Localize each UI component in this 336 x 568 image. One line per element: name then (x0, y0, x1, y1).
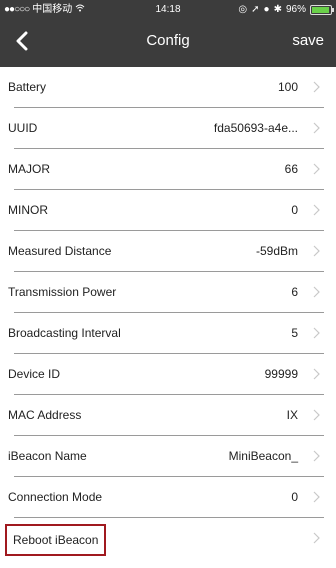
row-label: Measured Distance (8, 244, 112, 258)
row-measured-distance[interactable]: Measured Distance -59dBm (0, 231, 336, 272)
row-value: 0 (291, 490, 298, 504)
config-list: Battery 100 UUID fda50693-a4e... MAJOR 6… (0, 67, 336, 568)
row-reboot-ibeacon[interactable]: Reboot iBeacon (0, 518, 336, 562)
row-uuid[interactable]: UUID fda50693-a4e... (0, 108, 336, 149)
battery-percent: 96% (285, 4, 306, 15)
row-value: 6 (291, 285, 298, 299)
row-label: Broadcasting Interval (8, 326, 121, 340)
chevron-right-icon (312, 163, 320, 175)
row-value: 0 (291, 203, 298, 217)
row-value: 5 (291, 326, 298, 340)
config-screen: ●●○○○ 中国移动 14:18 ◎ ➚ ● ✱ 96% Config save… (0, 0, 336, 568)
chevron-right-icon (312, 409, 320, 421)
chevron-right-icon (312, 450, 320, 462)
row-battery[interactable]: Battery 100 (0, 67, 336, 108)
row-label: Transmission Power (8, 285, 117, 299)
chevron-right-icon (312, 286, 320, 298)
row-label: Connection Mode (8, 490, 103, 504)
chevron-right-icon (312, 122, 320, 134)
chevron-right-icon (312, 327, 320, 339)
status-right: ◎ ➚ ● ✱ 96% (238, 0, 334, 20)
row-broadcasting-interval[interactable]: Broadcasting Interval 5 (0, 313, 336, 354)
row-ibeacon-name[interactable]: iBeacon Name MiniBeacon_ (0, 436, 336, 477)
chevron-right-icon (312, 204, 320, 216)
row-minor[interactable]: MINOR 0 (0, 190, 336, 231)
save-button[interactable]: save (292, 20, 324, 67)
top-bar: ●●○○○ 中国移动 14:18 ◎ ➚ ● ✱ 96% Config save (0, 0, 336, 67)
row-connection-mode[interactable]: Connection Mode 0 (0, 477, 336, 518)
chevron-right-icon (312, 532, 320, 544)
row-device-id[interactable]: Device ID 99999 (0, 354, 336, 395)
navigation-bar: Config save (0, 20, 336, 67)
row-major[interactable]: MAJOR 66 (0, 149, 336, 190)
alarm-icon: ◎ (238, 4, 248, 15)
row-label: MAC Address (8, 408, 82, 422)
location-icon: ➚ (251, 4, 260, 15)
row-transmission-power[interactable]: Transmission Power 6 (0, 272, 336, 313)
row-label: Battery (8, 80, 47, 94)
chevron-right-icon (312, 245, 320, 257)
status-bar: ●●○○○ 中国移动 14:18 ◎ ➚ ● ✱ 96% (0, 0, 336, 20)
row-value: fda50693-a4e... (213, 121, 298, 135)
row-value: 66 (284, 162, 298, 176)
chevron-right-icon (312, 491, 320, 503)
page-title: Config (146, 32, 190, 49)
bluetooth-icon: ✱ (273, 4, 282, 15)
row-value: 100 (277, 80, 298, 94)
row-label: MAJOR (8, 162, 50, 176)
reboot-ibeacon-label: Reboot iBeacon (5, 524, 107, 556)
row-value: -59dBm (255, 244, 298, 258)
chevron-left-icon (16, 31, 28, 51)
back-button[interactable] (8, 26, 36, 56)
chevron-right-icon (312, 368, 320, 380)
lock-icon: ● (263, 4, 270, 15)
row-label: MINOR (8, 203, 48, 217)
row-value: MiniBeacon_ (228, 449, 298, 463)
battery-icon (310, 5, 334, 15)
row-value: 99999 (264, 367, 298, 381)
row-label: Device ID (8, 367, 61, 381)
row-label: UUID (8, 121, 38, 135)
row-label: iBeacon Name (8, 449, 87, 463)
row-mac-address[interactable]: MAC Address IX (0, 395, 336, 436)
row-value: IX (286, 408, 298, 422)
chevron-right-icon (312, 81, 320, 93)
